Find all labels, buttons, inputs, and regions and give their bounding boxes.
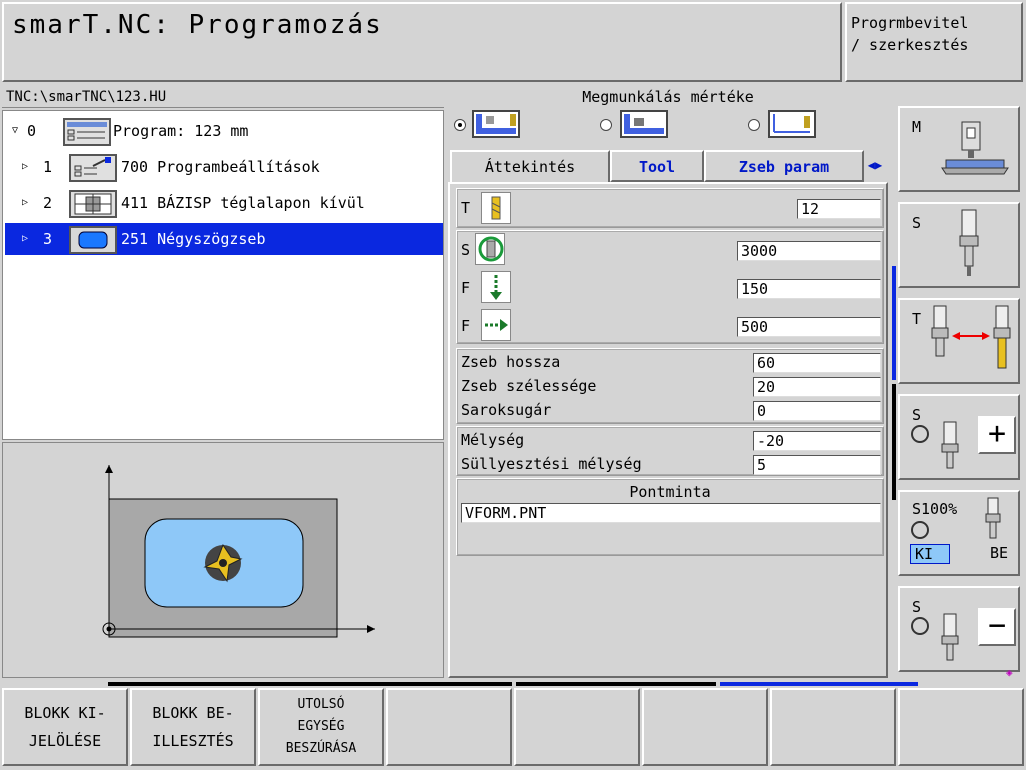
softkey-spindle-minus[interactable]: S − xyxy=(898,586,1020,672)
roughing-finishing-icon[interactable] xyxy=(472,110,520,138)
override-on-toggle[interactable]: BE xyxy=(990,544,1008,562)
softkey-empty-7[interactable] xyxy=(770,688,896,766)
tree-row-label: Program: 123 mm xyxy=(113,122,249,140)
softkey-empty-6[interactable] xyxy=(642,688,768,766)
tool-change-icon xyxy=(931,305,1011,369)
drill-tool-icon xyxy=(481,192,511,224)
keyboard-icon[interactable]: ◈ xyxy=(1006,666,1022,680)
softkey-m[interactable]: M xyxy=(898,106,1020,192)
softkey-empty-5[interactable] xyxy=(514,688,640,766)
spindle-rotation-icon xyxy=(911,613,959,661)
softkey-insert-block[interactable]: BLOKK BE- ILLESZTÉS xyxy=(130,688,256,766)
pocket-width-input[interactable]: 20 xyxy=(753,377,881,397)
mill-cutter-icon xyxy=(203,543,243,583)
tab-pocket-params[interactable]: Zseb param xyxy=(704,150,864,182)
expand-icon[interactable]: ▷ xyxy=(19,151,31,183)
softkey-t[interactable]: T xyxy=(898,298,1020,384)
tree-path: TNC:\smarTNC\123.HU xyxy=(2,88,444,108)
tree-row-label: 700 Programbeállítások xyxy=(121,158,320,176)
parameter-form: T 12 S 3000 F 150 F 500 Zseb hossza 60 Z… xyxy=(448,182,888,678)
tab-overview[interactable]: Áttekintés xyxy=(450,150,610,182)
pocket-length-input[interactable]: 60 xyxy=(753,353,881,373)
spindle-tool-icon xyxy=(985,497,1001,539)
graphic-preview xyxy=(2,442,444,678)
spindle-rotation-icon xyxy=(911,421,959,469)
roughing-icon[interactable] xyxy=(620,110,668,138)
collapse-icon[interactable]: ▽ xyxy=(9,115,21,147)
scroll-indicator xyxy=(892,266,896,380)
app-title: smarT.NC: Programozás xyxy=(12,10,383,40)
tab-scroll-arrows-icon[interactable]: ◀▶ xyxy=(864,152,886,180)
milling-feed-icon xyxy=(481,309,511,341)
minus-icon[interactable]: − xyxy=(978,608,1016,646)
softkey-level-strip xyxy=(108,682,512,686)
tree-row-label: 251 Négyszögzseb xyxy=(121,230,266,248)
spindle-rotation-icon xyxy=(911,521,929,539)
softkey-s[interactable]: S xyxy=(898,202,1020,288)
plunge-feed-icon xyxy=(481,271,511,303)
point-pattern-input[interactable]: VFORM.PNT xyxy=(461,503,881,523)
depth-group: Mélység -20 Süllyesztési mélység 5 xyxy=(456,426,884,476)
tree-row-700[interactable]: ▷ 1 700 Programbeállítások xyxy=(5,151,443,183)
milling-feed-input[interactable]: 500 xyxy=(737,317,881,337)
spindle-speed-input[interactable]: 3000 xyxy=(737,241,881,261)
machine-spindle-icon xyxy=(941,121,1009,175)
machining-extent-label: Megmunkálás mértéke xyxy=(582,88,754,106)
rectangular-pocket-icon xyxy=(69,226,117,254)
softkey-mark-block[interactable]: BLOKK KI- JELÖLÉSE xyxy=(2,688,128,766)
scroll-track xyxy=(892,384,896,500)
plunge-feed-input[interactable]: 150 xyxy=(737,279,881,299)
tool-number-input[interactable]: 12 xyxy=(797,199,881,219)
tree-row-411[interactable]: ▷ 2 411 BÁZISP téglalapon kívül xyxy=(5,187,443,219)
expand-icon[interactable]: ▷ xyxy=(19,187,31,219)
mode-indicator: Progrmbevitel / szerkesztés xyxy=(845,2,1023,82)
point-pattern-group: Pontminta VFORM.PNT xyxy=(456,478,884,556)
extent-radio-full[interactable] xyxy=(454,119,466,131)
softkey-level-strip xyxy=(516,682,716,686)
corner-radius-input[interactable]: 0 xyxy=(753,401,881,421)
spindle-tool-icon xyxy=(959,209,979,276)
softkey-insert-last-unit[interactable]: UTOLSÓ EGYSÉG BESZÚRÁSA xyxy=(258,688,384,766)
program-tree: ▽ 0 Program: 123 mm ▷ 1 700 Programbeáll… xyxy=(2,110,444,440)
extent-radio-finishing[interactable] xyxy=(748,119,760,131)
tab-bar: Áttekintés Tool Zseb param xyxy=(448,150,886,182)
softkey-empty-8[interactable] xyxy=(898,688,1024,766)
tree-row-program[interactable]: ▽ 0 Program: 123 mm xyxy=(5,115,443,147)
softkey-spindle-plus[interactable]: S + xyxy=(898,394,1020,480)
softkey-s100[interactable]: S100% KI BE xyxy=(898,490,1020,576)
tree-row-label: 411 BÁZISP téglalapon kívül xyxy=(121,194,365,212)
finishing-icon[interactable] xyxy=(768,110,816,138)
tab-tool[interactable]: Tool xyxy=(610,150,704,182)
settings-icon xyxy=(69,154,117,182)
pocket-dimensions-group: Zseb hossza 60 Zseb szélessége 20 Saroks… xyxy=(456,348,884,424)
softkey-empty-4[interactable] xyxy=(386,688,512,766)
program-icon xyxy=(63,118,111,146)
datum-rectangle-icon xyxy=(69,190,117,218)
extent-radio-roughing[interactable] xyxy=(600,119,612,131)
depth-input[interactable]: -20 xyxy=(753,431,881,451)
plus-icon[interactable]: + xyxy=(978,416,1016,454)
spindle-feed-group: S 3000 F 150 F 500 xyxy=(456,230,884,344)
spindle-speed-icon xyxy=(475,233,505,265)
plunge-depth-input[interactable]: 5 xyxy=(753,455,881,475)
expand-icon[interactable]: ▷ xyxy=(19,223,31,255)
override-off-toggle[interactable]: KI xyxy=(910,544,950,564)
softkey-level-strip-active xyxy=(720,682,918,686)
tool-group: T 12 xyxy=(456,188,884,228)
tree-row-251[interactable]: ▷ 3 251 Négyszögzseb xyxy=(5,223,443,255)
